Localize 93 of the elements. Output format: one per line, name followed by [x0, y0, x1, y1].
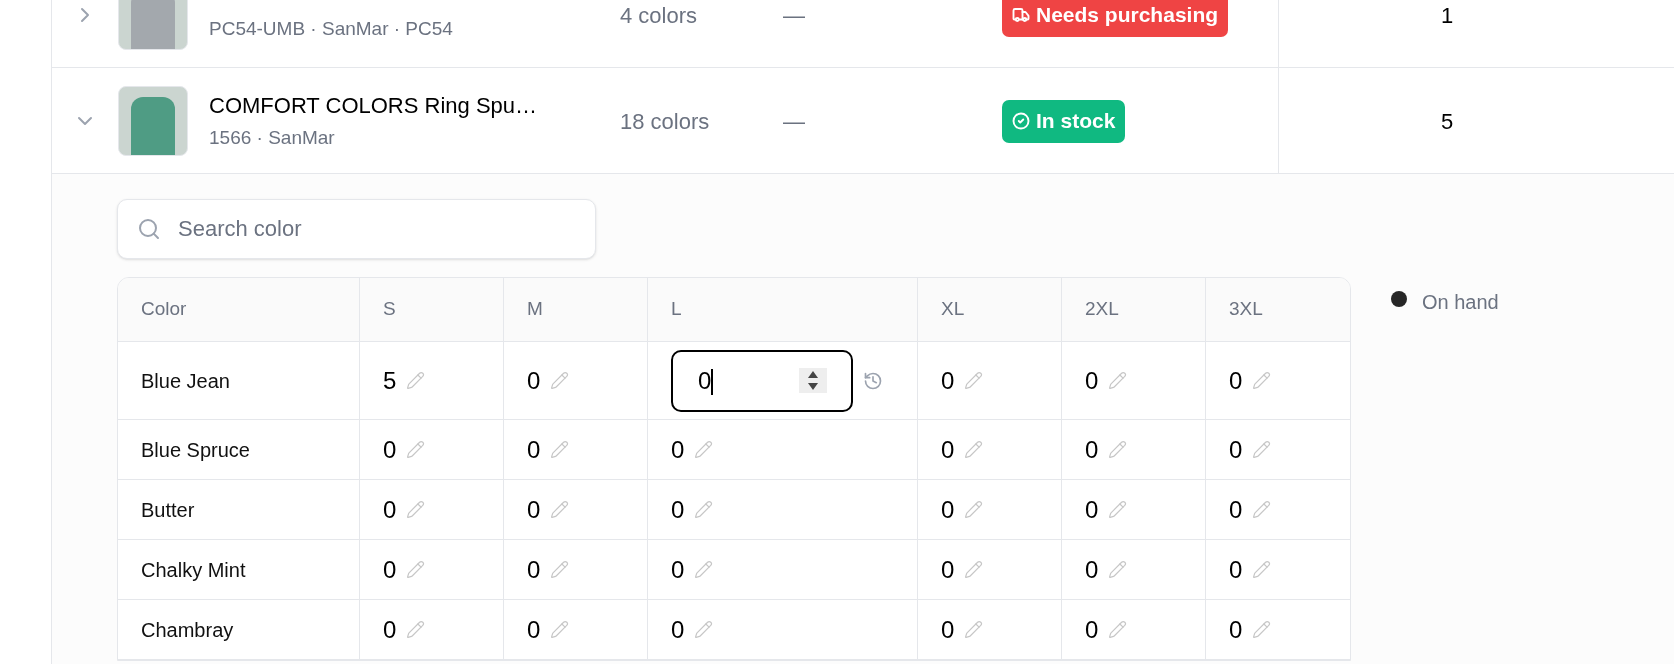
quantity-value: 0 — [941, 554, 955, 585]
check-circle-icon — [1012, 112, 1030, 130]
quantity-value: 0 — [383, 494, 397, 525]
pencil-icon[interactable] — [694, 440, 714, 459]
pencil-icon[interactable] — [406, 440, 426, 459]
quantity-value: 0 — [671, 434, 685, 465]
quantity-value: 0 — [1085, 554, 1099, 585]
pencil-icon[interactable] — [406, 620, 426, 639]
search-field[interactable]: Search color — [117, 199, 596, 259]
quantity-text: 1 — [1441, 1, 1454, 30]
pencil-icon[interactable] — [964, 500, 984, 519]
pencil-icon[interactable] — [1252, 440, 1272, 459]
quantity-value: 0 — [527, 434, 541, 465]
column-header: 2XL — [1085, 297, 1119, 322]
quantity-value: 0 — [383, 614, 397, 645]
history-icon[interactable] — [863, 370, 883, 391]
quantity-value: 0 — [671, 554, 685, 585]
quantity-value: 0 — [1085, 614, 1099, 645]
column-header: 3XL — [1229, 297, 1263, 322]
down-arrow-icon — [807, 382, 819, 391]
column-header: XL — [941, 297, 965, 322]
truck-icon — [1012, 6, 1030, 24]
pencil-icon[interactable] — [964, 560, 984, 579]
quantity-text: 5 — [1441, 107, 1454, 136]
spinner-control[interactable] — [799, 368, 827, 393]
quantity-value: 0 — [1085, 365, 1099, 396]
product-photo — [118, 0, 188, 50]
pencil-icon[interactable] — [694, 500, 714, 519]
up-arrow-icon — [807, 370, 819, 379]
color-name: Chalky Mint — [141, 557, 246, 583]
product-subtitle: 1566 · SanMar — [209, 126, 336, 151]
pencil-icon[interactable] — [694, 560, 714, 579]
column-header: S — [383, 297, 396, 322]
pencil-icon[interactable] — [1108, 440, 1128, 459]
quantity-value: 0 — [671, 494, 685, 525]
quantity-value: 0 — [1085, 494, 1099, 525]
pencil-icon[interactable] — [964, 371, 984, 390]
color-count: 18 colors — [620, 107, 711, 136]
pencil-icon[interactable] — [694, 620, 714, 639]
pencil-icon[interactable] — [550, 560, 570, 579]
quantity-value: 0 — [383, 434, 397, 465]
quantity-value: 0 — [527, 554, 541, 585]
pencil-icon[interactable] — [1108, 371, 1128, 390]
pencil-icon[interactable] — [406, 500, 426, 519]
quantity-value: 0 — [383, 554, 397, 585]
color-name: Chambray — [141, 617, 234, 643]
pencil-icon[interactable] — [964, 440, 984, 459]
color-name: Blue Spruce — [141, 437, 250, 463]
column-header: Color — [141, 297, 187, 322]
quantity-value: 0 — [1229, 614, 1243, 645]
quantity-value: 0 — [671, 614, 685, 645]
product-title: COMFORT COLORS Ring Spu… — [209, 92, 539, 121]
status-badge: Needs purchasing — [1002, 0, 1229, 37]
quantity-value: 0 — [527, 614, 541, 645]
pencil-icon[interactable] — [1252, 620, 1272, 639]
column-header: L — [671, 297, 682, 322]
pencil-icon[interactable] — [1252, 371, 1272, 390]
quantity-value: 0 — [527, 365, 541, 396]
color-count: 4 colors — [620, 1, 699, 30]
quantity-value: 0 — [1229, 554, 1243, 585]
quantity-value: 5 — [383, 365, 397, 396]
quantity-value: 0 — [1229, 365, 1243, 396]
pencil-icon[interactable] — [406, 371, 426, 390]
status-badge: In stock — [1002, 99, 1126, 143]
quantity-value: 0 — [1085, 434, 1099, 465]
color-name: Blue Jean — [141, 368, 230, 394]
quantity-input[interactable]: 0 — [671, 349, 853, 412]
quantity-value: 0 — [941, 434, 955, 465]
product-subtitle: PC54-UMB · SanMar · PC54 — [209, 16, 454, 41]
search-icon — [137, 217, 161, 241]
product-photo — [118, 86, 188, 156]
pencil-icon[interactable] — [550, 620, 570, 639]
dash-text: — — [783, 107, 806, 136]
color-name: Butter — [141, 497, 195, 523]
pencil-icon[interactable] — [550, 371, 570, 390]
pencil-icon[interactable] — [964, 620, 984, 639]
pencil-icon[interactable] — [1108, 500, 1128, 519]
quantity-value: 0 — [527, 494, 541, 525]
column-header: M — [527, 297, 543, 322]
dash-text: — — [783, 1, 806, 30]
legend-label: On hand — [1422, 290, 1499, 315]
pencil-icon[interactable] — [1108, 620, 1128, 639]
quantity-value: 0 — [941, 614, 955, 645]
quantity-value: 0 — [1229, 434, 1243, 465]
quantity-value: 0 — [941, 494, 955, 525]
quantity-value: 0 — [1229, 494, 1243, 525]
pencil-icon[interactable] — [550, 440, 570, 459]
pencil-icon[interactable] — [550, 500, 570, 519]
pencil-icon[interactable] — [1252, 500, 1272, 519]
quantity-value: 0 — [941, 365, 955, 396]
pencil-icon[interactable] — [406, 560, 426, 579]
pencil-icon[interactable] — [1108, 560, 1128, 579]
pencil-icon[interactable] — [1252, 560, 1272, 579]
